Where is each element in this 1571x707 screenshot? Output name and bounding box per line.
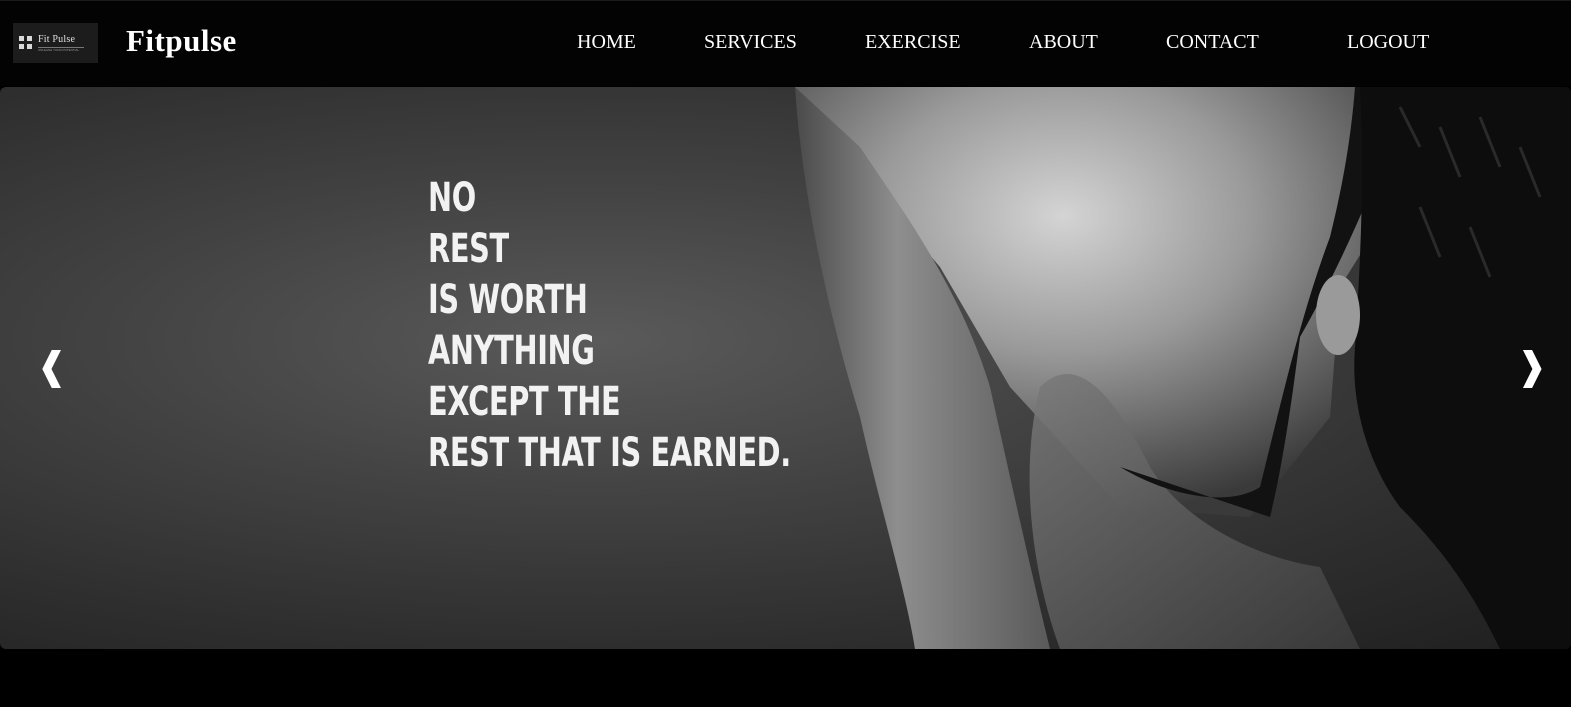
- nav-exercise[interactable]: EXERCISE: [865, 31, 961, 54]
- quote-line: IS WORTH: [428, 277, 588, 323]
- quote-line: REST: [428, 226, 509, 272]
- nav-contact[interactable]: CONTACT: [1166, 31, 1259, 54]
- brand-name[interactable]: Fitpulse: [126, 23, 237, 59]
- logo-tagline: UNLEASH YOUR POTENTIAL: [38, 46, 84, 52]
- hero-carousel: NO REST IS WORTH ANYTHING EXCEPT THE RES…: [0, 87, 1571, 649]
- logo-wordmark: Fit Pulse UNLEASH YOUR POTENTIAL: [38, 33, 84, 52]
- hero-quote: NO REST IS WORTH ANYTHING EXCEPT THE RES…: [428, 173, 791, 479]
- nav-services[interactable]: SERVICES: [704, 31, 797, 54]
- chevron-left-icon[interactable]: ❰: [36, 347, 68, 385]
- quote-line: ANYTHING: [428, 328, 595, 374]
- quote-line: NO: [428, 175, 476, 221]
- top-navbar: Fit Pulse UNLEASH YOUR POTENTIAL Fitpuls…: [0, 0, 1571, 86]
- quote-line: REST THAT IS EARNED.: [428, 430, 791, 476]
- site-logo[interactable]: Fit Pulse UNLEASH YOUR POTENTIAL: [13, 23, 98, 63]
- nav-logout[interactable]: LOGOUT: [1347, 31, 1429, 54]
- chevron-right-icon[interactable]: ❱: [1516, 347, 1548, 385]
- nav-home[interactable]: HOME: [577, 31, 636, 54]
- quote-line: EXCEPT THE: [428, 379, 621, 425]
- four-square-logo-icon: [19, 36, 33, 50]
- page-footer-band: [0, 649, 1571, 707]
- logo-text: Fit Pulse: [38, 33, 76, 45]
- nav-about[interactable]: ABOUT: [1029, 31, 1098, 54]
